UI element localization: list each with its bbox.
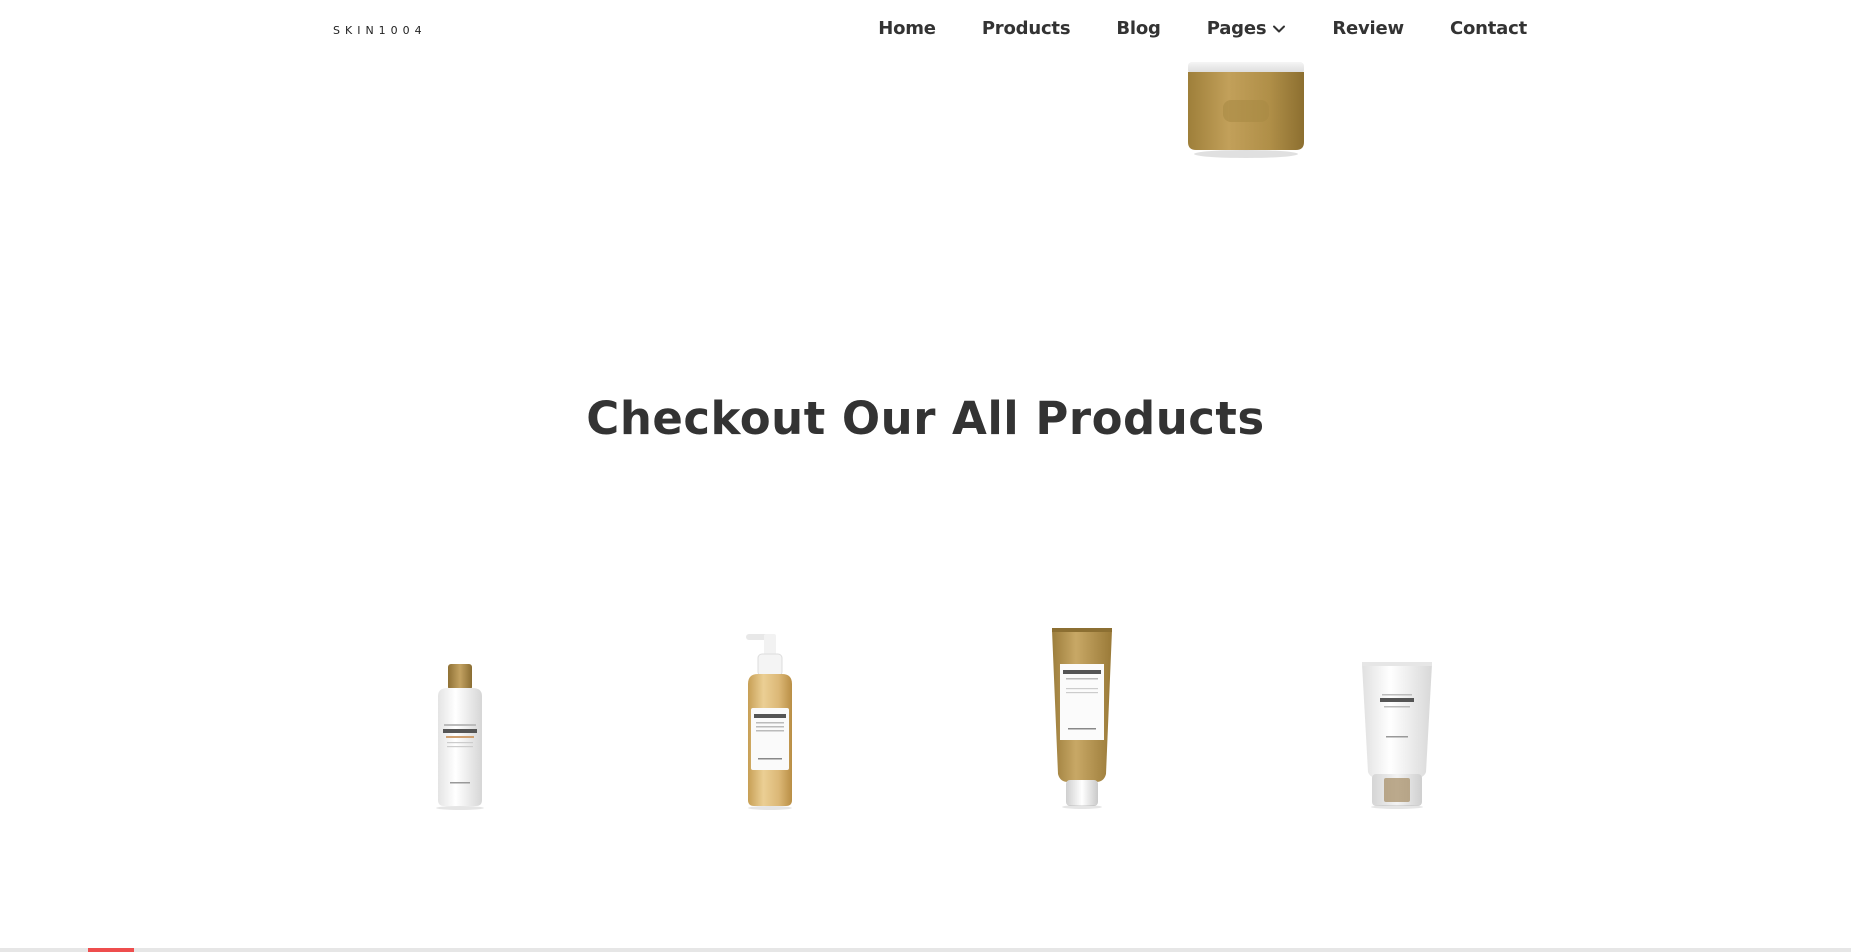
cream-jar-image bbox=[1188, 62, 1304, 158]
site-header: SKIN1004 Home Products Blog Pages Review… bbox=[0, 0, 1851, 62]
nav-contact[interactable]: Contact bbox=[1450, 18, 1527, 39]
nav-products-label: Products bbox=[981, 18, 1071, 39]
gold-tube-icon[interactable] bbox=[1050, 624, 1114, 810]
nav-blog-label: Blog bbox=[1116, 18, 1161, 39]
page: SKIN1004 Home Products Blog Pages Review… bbox=[0, 0, 1851, 952]
scroll-progress-thumb[interactable] bbox=[88, 948, 134, 952]
nav-blog[interactable]: Blog bbox=[1116, 18, 1161, 39]
nav-contact-label: Contact bbox=[1449, 18, 1527, 39]
sunscreen-bottle-icon[interactable] bbox=[430, 662, 490, 810]
scroll-progress-track bbox=[0, 948, 1851, 952]
nav-home[interactable]: Home bbox=[878, 18, 936, 39]
chevron-down-icon bbox=[1273, 25, 1286, 32]
cleansing-oil-pump-icon[interactable] bbox=[742, 630, 798, 810]
product-grid bbox=[0, 610, 1851, 810]
nav-products[interactable]: Products bbox=[982, 18, 1071, 39]
logo[interactable]: SKIN1004 bbox=[333, 24, 427, 37]
nav-pages-label: Pages bbox=[1206, 18, 1267, 39]
nav-review-label: Review bbox=[1332, 18, 1404, 39]
main-nav: Home Products Blog Pages Review Contact bbox=[878, 18, 1527, 39]
nav-home-label: Home bbox=[878, 18, 936, 39]
nav-pages[interactable]: Pages bbox=[1207, 18, 1287, 39]
nav-review[interactable]: Review bbox=[1332, 18, 1404, 39]
section-title: Checkout Our All Products bbox=[586, 392, 1265, 445]
white-tube-icon[interactable] bbox=[1360, 660, 1434, 810]
